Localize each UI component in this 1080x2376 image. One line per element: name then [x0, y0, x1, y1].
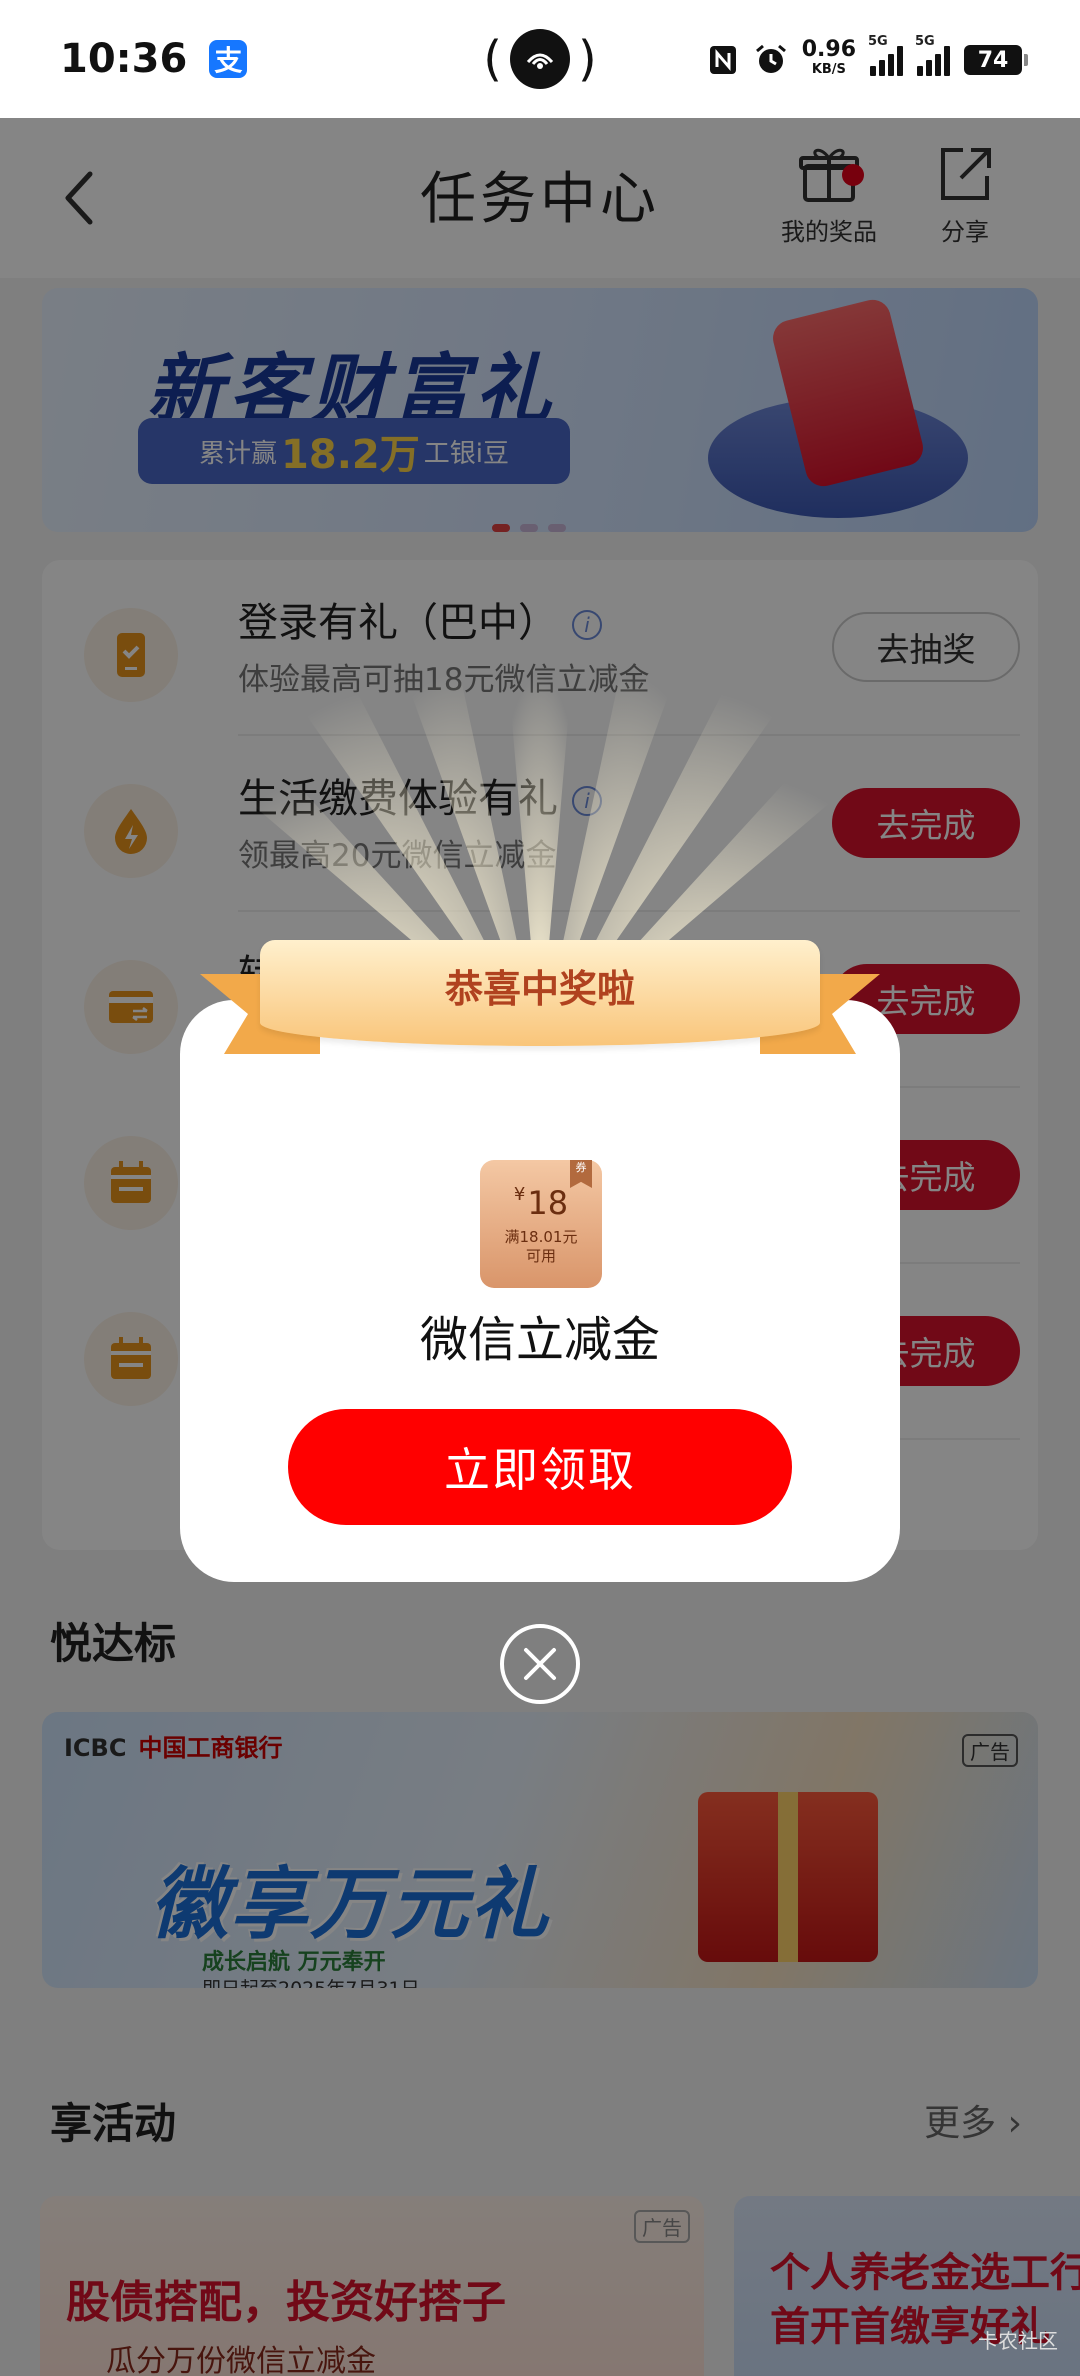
alarm-icon — [755, 44, 786, 73]
coupon-condition: 满18.01元 可用 — [504, 1228, 578, 1265]
close-icon — [524, 1648, 556, 1680]
congrats-ribbon: 恭喜中奖啦 — [200, 940, 880, 1070]
network-speed: 0.96 KB/S — [801, 37, 856, 78]
claim-button[interactable]: 立即领取 — [288, 1409, 792, 1525]
watermark: 卡农社区 — [978, 2329, 1058, 2353]
close-button[interactable] — [500, 1624, 580, 1704]
ribbon-title: 恭喜中奖啦 — [444, 967, 635, 1011]
hotspot-icon — [510, 29, 570, 89]
alipay-icon: 支 — [209, 40, 248, 78]
signal-icon: 5G — [868, 34, 903, 76]
coupon-card: 券 ¥18 满18.01元 可用 — [480, 1160, 602, 1288]
battery-indicator: 74 — [964, 45, 1028, 75]
signal-icon: 5G — [915, 34, 950, 76]
status-bar: 10:36 支 ( ) 0.96 KB/S 5G 5G 74 — [0, 0, 1080, 118]
hotspot-indicator: ( ) — [483, 29, 597, 89]
nfc-icon — [709, 46, 736, 74]
status-time: 10:36 — [60, 36, 188, 82]
prize-name: 微信立减金 — [419, 1312, 660, 1368]
coupon-amount: ¥18 — [513, 1184, 569, 1222]
